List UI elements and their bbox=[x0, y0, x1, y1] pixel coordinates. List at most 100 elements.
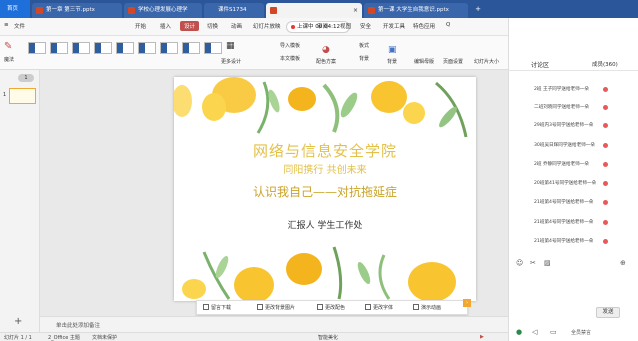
slide[interactable]: 网络与信息安全学院 同阳携行 共创未来 认识我自己——对抗拖延症 汇报人 学生工… bbox=[174, 77, 476, 301]
design-thumb[interactable] bbox=[138, 42, 156, 54]
ppt-file-icon bbox=[36, 7, 43, 14]
chat-message: 二班刘晓同学送给老师一朵 bbox=[534, 105, 590, 110]
magic-button[interactable]: 魔法 bbox=[4, 56, 14, 63]
document-tab[interactable]: 课件S1734 bbox=[204, 3, 264, 18]
notes-placeholder: 单击此处添加备注 bbox=[56, 323, 101, 329]
chat-message: 29班内3号同学送给老师一朵 bbox=[534, 123, 594, 128]
scissors-icon[interactable]: ✂ bbox=[530, 259, 536, 267]
flower-icon bbox=[603, 87, 608, 92]
document-tab[interactable]: 第一课 大学生自我意识.pptx bbox=[364, 3, 468, 18]
menu-file[interactable]: 文件 bbox=[14, 22, 25, 30]
slide-thumbnail[interactable] bbox=[9, 88, 36, 104]
design-thumb[interactable] bbox=[204, 42, 222, 54]
menu-insert[interactable]: 插入 bbox=[160, 22, 171, 30]
grid-icon[interactable]: ▦ bbox=[226, 41, 235, 51]
slide-title[interactable]: 网络与信息安全学院 bbox=[174, 140, 476, 161]
design-thumb[interactable] bbox=[94, 42, 112, 54]
chat-icon[interactable]: ▭ bbox=[550, 328, 557, 336]
image-icon[interactable]: ▨ bbox=[544, 259, 551, 267]
flower-icon bbox=[603, 239, 608, 244]
title-bar: 首页 第一章 第三节.pptx 学校心理发展心理学 课件S1734 × 第一课 … bbox=[0, 0, 508, 18]
add-icon[interactable]: ⊕ bbox=[620, 259, 626, 267]
flower-icon bbox=[603, 105, 608, 110]
floatbar-item[interactable]: 更改字体 bbox=[365, 304, 393, 311]
design-thumb[interactable] bbox=[116, 42, 134, 54]
tab-home[interactable]: 首页 bbox=[0, 0, 30, 18]
notes-area[interactable]: 单击此处添加备注 bbox=[40, 316, 508, 332]
bottom-flowers bbox=[182, 246, 456, 301]
slide-floating-toolbar: 留言下载 更改背景图片 更改配色 更改字体 演示动画 bbox=[196, 300, 468, 315]
page-setup-button[interactable]: 页面设置 bbox=[443, 58, 463, 65]
menu-review[interactable]: 审阅 bbox=[317, 22, 328, 30]
thumbnail-toggle[interactable]: 1 bbox=[18, 74, 34, 82]
play-icon[interactable]: ▶ bbox=[480, 334, 484, 340]
expand-badge-icon[interactable]: › bbox=[463, 299, 471, 307]
menu-transition[interactable]: 切换 bbox=[207, 22, 218, 30]
message-input[interactable] bbox=[512, 270, 634, 302]
floatbar-item[interactable]: 留言下载 bbox=[203, 304, 231, 311]
chat-message: 30班吴日辉同学送给老师一朵 bbox=[534, 143, 595, 148]
design-thumb[interactable] bbox=[50, 42, 68, 54]
chat-message: 21班第4号同学送给老师一朵 bbox=[534, 239, 594, 244]
flower-icon bbox=[603, 123, 608, 128]
menu-developer[interactable]: 开发工具 bbox=[383, 22, 405, 30]
design-thumb[interactable] bbox=[160, 42, 178, 54]
ppt-file-icon bbox=[368, 7, 375, 14]
top-flowers bbox=[174, 77, 468, 138]
chat-message: 2班 乔静同学送给老师一朵 bbox=[534, 162, 589, 167]
chat-message: 21班第4号同学送给老师一朵 bbox=[534, 200, 594, 205]
magic-wand-icon[interactable]: ✎ bbox=[4, 41, 12, 52]
mic-icon[interactable]: ● bbox=[516, 328, 522, 336]
import-template-button[interactable]: 导入模板 bbox=[280, 42, 300, 49]
menu-start[interactable]: 开始 bbox=[135, 22, 146, 30]
new-tab-button[interactable]: + bbox=[470, 0, 486, 18]
document-tab[interactable]: 学校心理发展心理学 bbox=[124, 3, 202, 18]
emoji-icon[interactable]: ☺ bbox=[516, 259, 523, 267]
background-icon[interactable]: ▣ bbox=[388, 45, 397, 55]
menu-animation[interactable]: 动画 bbox=[231, 22, 242, 30]
slide-thumbnail-pane bbox=[0, 70, 40, 332]
background-button[interactable]: 背景 bbox=[387, 58, 397, 65]
design-thumb[interactable] bbox=[72, 42, 90, 54]
tab-members[interactable]: 成员(360) bbox=[592, 60, 618, 68]
flower-icon bbox=[603, 162, 608, 167]
design-thumb[interactable] bbox=[182, 42, 200, 54]
mute-all-button[interactable]: 全员禁言 bbox=[571, 329, 591, 336]
document-tab-active[interactable]: × bbox=[266, 3, 362, 18]
slide-size-button[interactable]: 幻灯片大小 bbox=[474, 58, 499, 65]
bg-button[interactable]: 背景 bbox=[359, 55, 369, 62]
format-button[interactable]: 板式 bbox=[359, 42, 369, 49]
ppt-file-icon bbox=[270, 7, 277, 14]
design-thumb[interactable] bbox=[28, 42, 46, 54]
menu-slideshow[interactable]: 幻灯片放映 bbox=[253, 22, 281, 30]
smart-beauty-button[interactable]: 智能美化 bbox=[318, 334, 338, 341]
this-template-button[interactable]: 本文模板 bbox=[280, 55, 300, 62]
search-icon[interactable]: Q bbox=[446, 22, 450, 28]
doc-protection[interactable]: 文档未保护 bbox=[92, 334, 117, 341]
palette-icon[interactable]: ◕ bbox=[322, 45, 330, 55]
menu-security[interactable]: 安全 bbox=[360, 22, 371, 30]
theme-info: 2_Office 主题 bbox=[48, 335, 80, 341]
add-slide-button[interactable]: + bbox=[14, 316, 22, 327]
menu-design[interactable]: 设计 bbox=[180, 21, 200, 31]
slide-topic[interactable]: 认识我自己——对抗拖延症 bbox=[174, 183, 476, 200]
flower-icon bbox=[603, 220, 608, 225]
menu-special[interactable]: 特色应用 bbox=[413, 22, 435, 30]
tab-discussion[interactable]: 讨论区 bbox=[531, 60, 549, 69]
send-button[interactable]: 发送 bbox=[596, 307, 620, 318]
share-icon[interactable]: ◁ bbox=[532, 328, 537, 336]
floatbar-item[interactable]: 演示动画 bbox=[413, 304, 441, 311]
more-designs-button[interactable]: 更多设计 bbox=[221, 58, 241, 65]
close-tab-icon[interactable]: × bbox=[353, 3, 358, 18]
chat-message: 21班第4号同学送给老师一朵 bbox=[534, 220, 594, 225]
floatbar-item[interactable]: 更改背景图片 bbox=[257, 304, 295, 311]
menu-view[interactable]: 视图 bbox=[340, 22, 351, 30]
edit-master-button[interactable]: 编辑母版 bbox=[414, 58, 434, 65]
slide-reporter[interactable]: 汇报人 学生工作处 bbox=[174, 218, 476, 231]
document-tab[interactable]: 第一章 第三节.pptx bbox=[32, 3, 122, 18]
menu-icon[interactable]: ≡ bbox=[4, 22, 9, 28]
color-scheme-button[interactable]: 配色方案 bbox=[316, 58, 336, 65]
slide-subtitle[interactable]: 同阳携行 共创未来 bbox=[174, 161, 476, 176]
floatbar-item[interactable]: 更改配色 bbox=[317, 304, 345, 311]
ribbon: ✎ 魔法 ▦ 更多设计 导入模板 本文模板 ◕ 配色方案 板式 背景 ▣ 背景 … bbox=[0, 36, 508, 70]
